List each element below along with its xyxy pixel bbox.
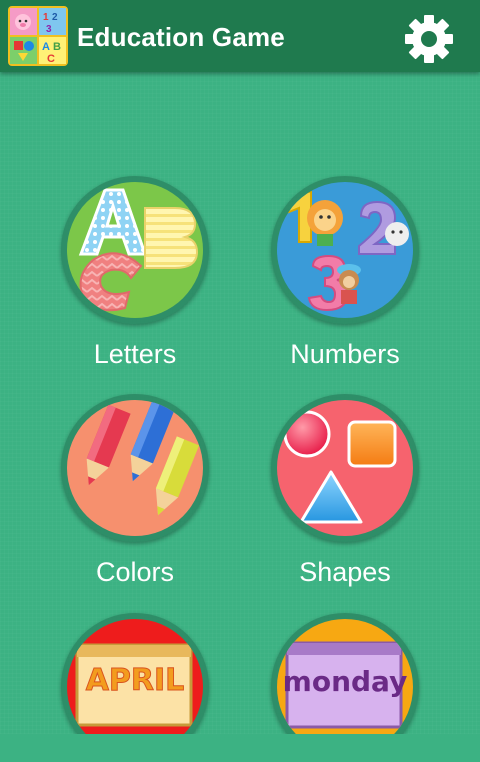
app-bar: 1 2 3 A B C Education Game xyxy=(0,0,480,72)
months-card-text: APRIL xyxy=(85,663,185,699)
numbers-123-icon xyxy=(277,182,413,318)
days-card-text: monday xyxy=(282,665,408,698)
letters-label: Letters xyxy=(93,339,177,369)
shapes-label: Shapes xyxy=(299,557,391,587)
shapes-icon xyxy=(277,400,413,536)
colors-circle xyxy=(61,394,209,542)
bottom-strip xyxy=(0,734,480,762)
numbers-label: Numbers xyxy=(290,339,400,369)
numbers-circle xyxy=(271,176,419,324)
svg-text:B: B xyxy=(53,41,61,53)
letters-circle xyxy=(61,176,209,324)
app-title: Education Game xyxy=(77,22,285,52)
svg-text:1: 1 xyxy=(43,12,49,23)
category-grid: Letters Numbers Colors Shapes APRIL mond… xyxy=(0,72,480,734)
app-logo-icon: 1 2 3 A B C xyxy=(8,6,68,66)
letters-abc-icon xyxy=(67,182,203,318)
shapes-circle xyxy=(271,394,419,542)
days-circle: monday xyxy=(271,613,419,734)
svg-text:2: 2 xyxy=(52,12,58,23)
colored-pencils-icon xyxy=(67,400,203,536)
colors-label: Colors xyxy=(95,557,175,587)
svg-text:A: A xyxy=(42,41,50,53)
svg-text:3: 3 xyxy=(46,24,52,35)
months-circle: APRIL xyxy=(61,613,209,734)
svg-text:C: C xyxy=(47,53,55,65)
settings-gear-icon[interactable] xyxy=(402,12,456,66)
